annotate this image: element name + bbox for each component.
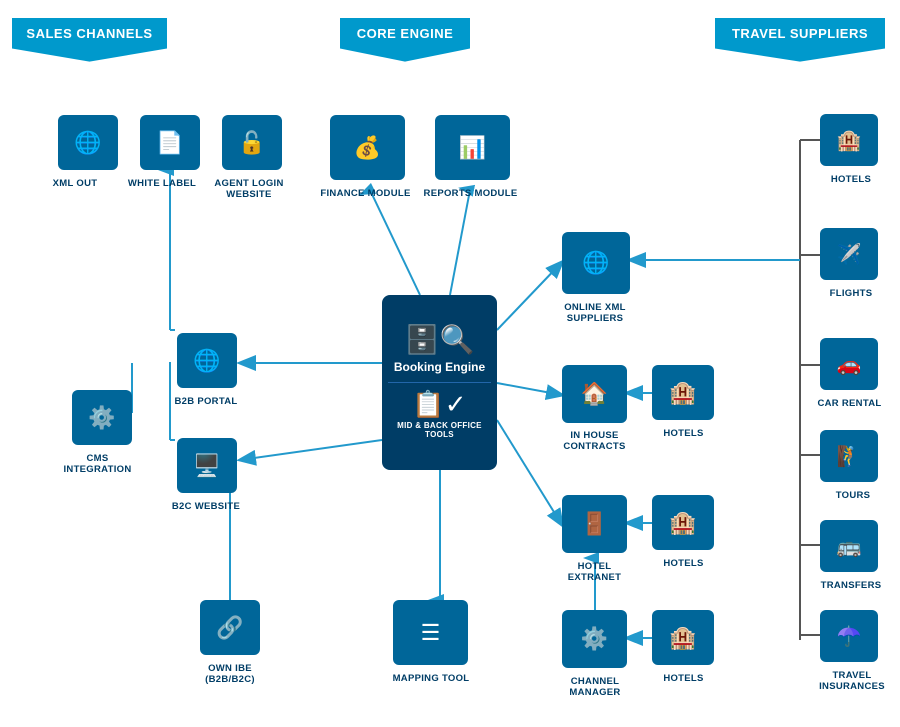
- diagram: SALES CHANNELS CORE ENGINE TRAVEL SUPPLI…: [0, 0, 900, 727]
- sales-channels-banner: SALES CHANNELS: [12, 18, 167, 62]
- cms-integration-icon: ⚙️: [72, 390, 132, 445]
- supplier-car-rental-icon: 🚗: [820, 338, 878, 390]
- b2b-portal-icon: 🌐: [177, 333, 237, 388]
- hotels-mid2-label: HOTELS: [651, 558, 716, 569]
- core-engine-banner: CORE ENGINE: [340, 18, 470, 62]
- xml-out-label: XML OUT: [40, 178, 110, 189]
- hotels-mid3-icon: 🏨: [652, 610, 714, 665]
- supplier-hotels-label: HOTELS: [820, 174, 882, 185]
- white-label-icon: 📄: [140, 115, 200, 170]
- b2c-website-label: B2C WEBSITE: [166, 501, 246, 512]
- supplier-hotels-icon: 🏨: [820, 114, 878, 166]
- channel-manager-label: CHANNELMANAGER: [551, 676, 639, 699]
- reports-module-label: REPORTS MODULE: [418, 188, 523, 199]
- booking-engine-box: 🗄️🔍 Booking Engine 📋✓ MID & BACK OFFICE …: [382, 295, 497, 470]
- booking-engine-icon-top: 🗄️🔍: [405, 326, 475, 354]
- supplier-travel-insurances-icon: ☂️: [820, 610, 878, 662]
- mapping-tool-icon: ☰: [393, 600, 468, 665]
- agent-login-icon: 🔓: [222, 115, 282, 170]
- supplier-flights-label: FLIGHTS: [820, 288, 882, 299]
- supplier-transfers-icon: 🚌: [820, 520, 878, 572]
- supplier-transfers-label: TRANSFERS: [815, 580, 887, 591]
- travel-suppliers-banner: TRAVEL SUPPLIERS: [715, 18, 885, 62]
- b2b-portal-label: B2B PORTAL: [166, 396, 246, 407]
- booking-engine-subtitle: MID & BACK OFFICE TOOLS: [382, 421, 497, 439]
- hotel-extranet-label: HOTELEXTRANET: [552, 561, 637, 584]
- finance-module-icon: 💰: [330, 115, 405, 180]
- hotels-mid3-label: HOTELS: [651, 673, 716, 684]
- booking-engine-title: Booking Engine: [394, 360, 485, 374]
- finance-module-label: FINANCE MODULE: [313, 188, 418, 199]
- own-ibe-icon: 🔗: [200, 600, 260, 655]
- reports-module-icon: 📊: [435, 115, 510, 180]
- supplier-car-rental-label: CAR RENTAL: [812, 398, 887, 409]
- supplier-travel-insurances-label: TRAVELINSURANCES: [808, 670, 896, 693]
- supplier-tours-label: TOURS: [822, 490, 884, 501]
- white-label-label: WHITE LABEL: [122, 178, 202, 189]
- b2c-website-icon: 🖥️: [177, 438, 237, 493]
- online-xml-label: ONLINE XMLSUPPLIERS: [545, 302, 645, 325]
- hotel-extranet-icon: 🚪: [562, 495, 627, 553]
- hotels-mid2-icon: 🏨: [652, 495, 714, 550]
- channel-manager-icon: ⚙️: [562, 610, 627, 668]
- hotels-mid1-icon: 🏨: [652, 365, 714, 420]
- agent-login-label: AGENT LOGINWEBSITE: [204, 178, 294, 201]
- supplier-flights-icon: ✈️: [820, 228, 878, 280]
- in-house-label: IN HOUSECONTRACTS: [547, 430, 642, 453]
- in-house-icon: 🏠: [562, 365, 627, 423]
- mapping-tool-label: MAPPING TOOL: [376, 673, 486, 684]
- booking-engine-icon-bot: 📋✓: [412, 391, 466, 417]
- supplier-tours-icon: 🧗: [820, 430, 878, 482]
- online-xml-icon: 🌐: [562, 232, 630, 294]
- own-ibe-label: OWN IBE(B2B/B2C): [180, 663, 280, 686]
- cms-integration-label: CMSINTEGRATION: [55, 453, 140, 476]
- hotels-mid1-label: HOTELS: [651, 428, 716, 439]
- xml-out-icon: 🌐: [58, 115, 118, 170]
